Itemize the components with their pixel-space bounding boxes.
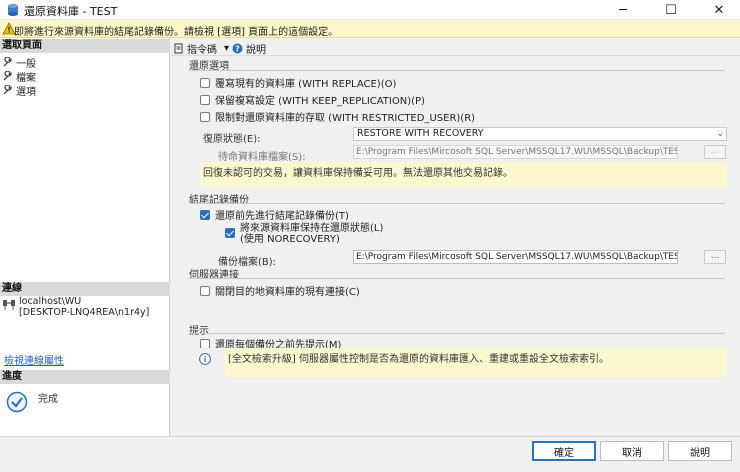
svg-text:?: ? xyxy=(235,44,240,53)
leave-restoring-checkbox[interactable]: 將來源資料庫保持在還原狀態(L) (使用 NORECOVERY) xyxy=(225,223,383,245)
connection-user: [DESKTOP-LNQ4REA\n1r4y] xyxy=(19,307,150,318)
recovery-state-label: 復原狀態(E): xyxy=(203,134,261,145)
connection-header: 連線 xyxy=(0,282,170,296)
wrench-icon xyxy=(3,71,13,81)
keep-replication-checkbox[interactable]: 保留複寫設定 (WITH KEEP_REPLICATION)(P) xyxy=(200,92,425,107)
select-page-header: 選取頁面 xyxy=(0,39,170,53)
minimize-button[interactable]: ─ xyxy=(600,0,646,20)
restricted-user-checkbox-box[interactable] xyxy=(200,111,210,122)
warning-message: 即將進行來源資料庫的結尾記錄備份。請檢視 [選項] 頁面上的這個設定。 xyxy=(14,27,339,38)
database-restore-icon xyxy=(8,4,18,16)
close-button[interactable]: ✕ xyxy=(696,0,740,20)
standby-file-field: E:\Program Files\Mircosoft SQL Server\MS… xyxy=(353,145,678,159)
cancel-button[interactable]: 取消 xyxy=(600,441,664,461)
wrench-icon xyxy=(3,85,13,95)
take-tail-log-label: 還原前先進行結尾記錄備份(T) xyxy=(215,211,349,222)
progress-header: 進度 xyxy=(0,370,170,384)
wrench-icon xyxy=(3,57,13,67)
take-tail-log-checkbox[interactable]: 還原前先進行結尾記錄備份(T) xyxy=(200,207,349,222)
leave-restoring-checkbox-box[interactable] xyxy=(225,228,235,238)
recovery-state-value: RESTORE WITH RECOVERY xyxy=(357,128,484,139)
take-tail-log-checkbox-box[interactable] xyxy=(200,209,210,220)
chevron-down-icon[interactable]: ▾ xyxy=(224,43,229,54)
prompt-group-label: 提示 xyxy=(189,326,209,337)
script-icon xyxy=(174,43,183,54)
close-existing-checkbox-box[interactable] xyxy=(200,285,210,296)
chevron-down-icon: ⌄ xyxy=(716,129,724,139)
maximize-button[interactable]: ☐ xyxy=(648,0,694,20)
fulltext-info: [全文檢索升級] 伺服器屬性控制是否為還原的資料庫匯入、重建或重設全文檢索索引。 xyxy=(225,348,727,377)
page-options[interactable]: 選項 xyxy=(2,83,36,98)
page-options-label: 選項 xyxy=(16,87,36,98)
leave-restoring-sublabel: (使用 NORECOVERY) xyxy=(240,234,340,245)
group-divider xyxy=(189,333,725,334)
close-existing-label: 關閉目的地資料庫的現有連接(C) xyxy=(215,287,360,298)
standby-file-label: 待命資料庫檔案(S): xyxy=(218,152,306,163)
overwrite-label: 覆寫現有的資料庫 (WITH REPLACE)(O) xyxy=(215,79,397,90)
page-files[interactable]: 檔案 xyxy=(2,69,36,84)
restricted-user-label: 限制對還原資料庫的存取 (WITH RESTRICTED_USER)(R) xyxy=(215,113,476,124)
backup-file-field[interactable]: E:\Program Files\Mircosoft SQL Server\MS… xyxy=(353,250,678,264)
overwrite-checkbox[interactable]: 覆寫現有的資料庫 (WITH REPLACE)(O) xyxy=(200,75,396,90)
recovery-hint: 回復未認可的交易，讓資料庫保持備妥可用。無法還原其他交易記錄。 xyxy=(200,162,727,188)
keep-replication-label: 保留複寫設定 (WITH KEEP_REPLICATION)(P) xyxy=(215,96,425,107)
done-check-icon xyxy=(6,391,28,413)
overwrite-checkbox-box[interactable] xyxy=(200,77,210,88)
view-connection-properties-link[interactable]: 檢視連線屬性 xyxy=(4,352,64,367)
recovery-state-select[interactable]: RESTORE WITH RECOVERY ⌄ xyxy=(353,127,727,141)
page-files-label: 檔案 xyxy=(16,73,36,84)
help-label: 說明 xyxy=(246,45,266,56)
progress-status: 完成 xyxy=(38,394,58,405)
group-divider xyxy=(189,278,725,279)
backup-browse-button[interactable]: ... xyxy=(704,250,726,264)
group-divider xyxy=(189,203,725,204)
leave-restoring-label: 將來源資料庫保持在還原狀態(L) xyxy=(240,223,384,234)
server-connection-icon xyxy=(3,300,15,310)
page-general[interactable]: 一般 xyxy=(2,55,36,70)
ok-button[interactable]: 確定 xyxy=(532,441,596,461)
restricted-user-checkbox[interactable]: 限制對還原資料庫的存取 (WITH RESTRICTED_USER)(R) xyxy=(200,109,475,124)
window-title: 還原資料庫 - TEST xyxy=(24,5,118,18)
connection-info: localhost\WU [DESKTOP-LNQ4REA\n1r4y] xyxy=(19,296,149,318)
help-dialog-button[interactable]: 說明 xyxy=(668,441,732,461)
close-existing-connections-checkbox[interactable]: 關閉目的地資料庫的現有連接(C) xyxy=(200,283,360,298)
help-icon: ? xyxy=(232,43,243,54)
page-general-label: 一般 xyxy=(16,59,36,70)
script-label: 指令碼 xyxy=(187,45,217,56)
keep-replication-checkbox-box[interactable] xyxy=(200,94,210,105)
script-button[interactable]: 指令碼 ▾ xyxy=(174,41,229,56)
connection-server: localhost\WU xyxy=(19,296,82,307)
prompt-before-each-checkbox-box[interactable] xyxy=(200,338,210,349)
standby-browse-button: ... xyxy=(704,145,726,159)
group-divider xyxy=(189,70,725,71)
info-icon xyxy=(199,353,211,365)
help-button[interactable]: ? 說明 xyxy=(232,41,266,56)
